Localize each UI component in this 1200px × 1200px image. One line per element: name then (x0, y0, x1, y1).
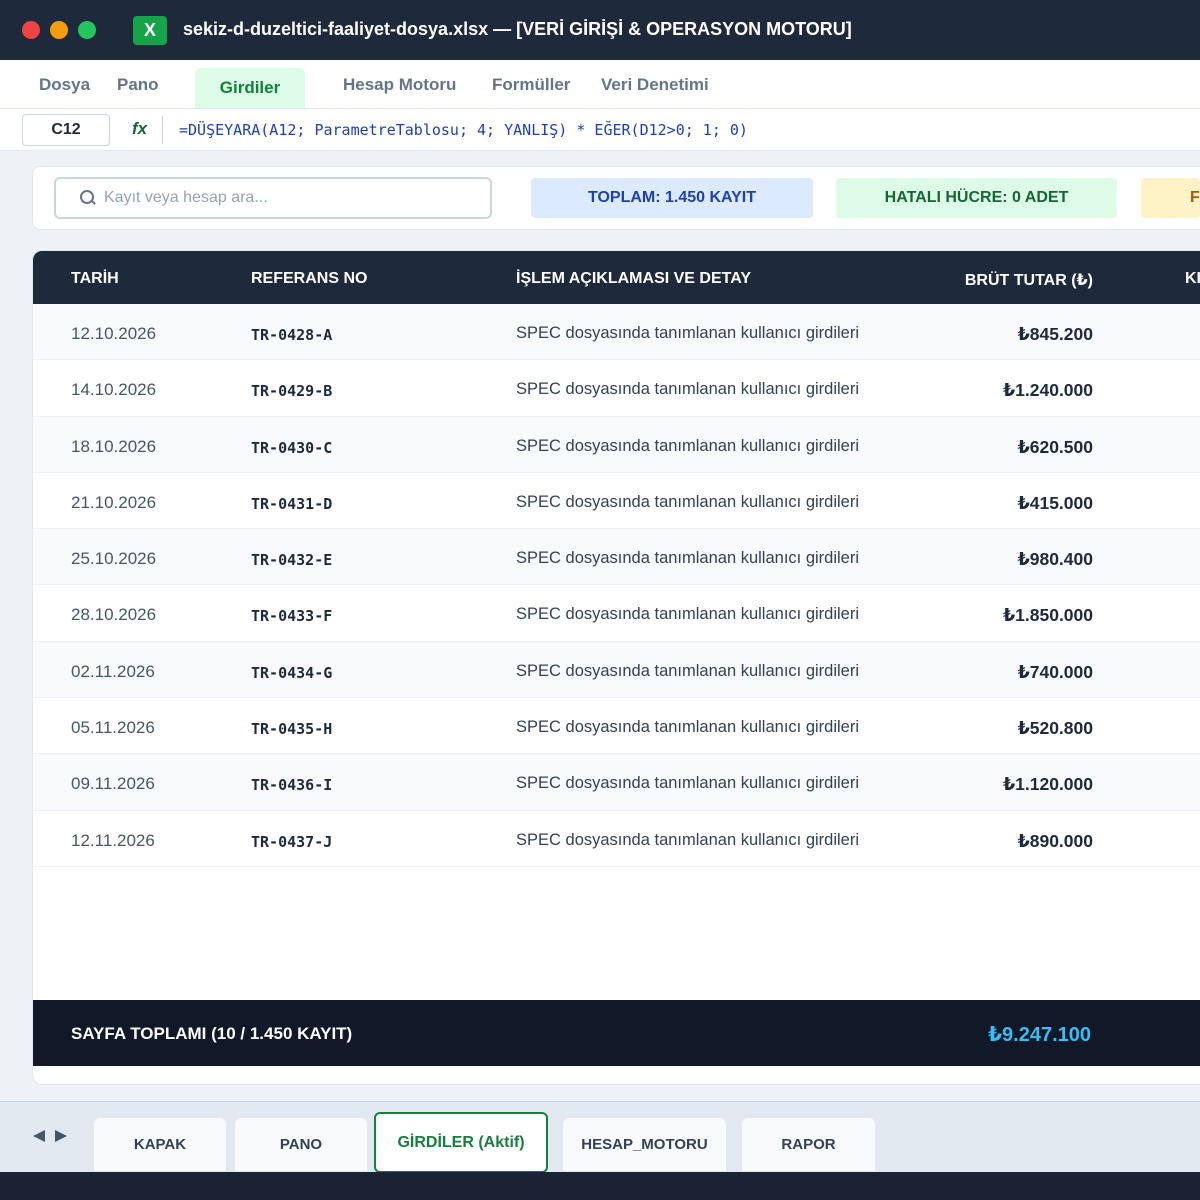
cell-amount[interactable]: ₺890.000 (893, 831, 1093, 852)
cell-description[interactable]: SPEC dosyasında tanımlanan kullanıcı gir… (516, 324, 859, 343)
sheet-tab-bar: KAPAK PANO GİRDİLER (Aktif) HESAP_MOTORU… (0, 1101, 1200, 1173)
sheet-tab-kapak[interactable]: KAPAK (94, 1118, 226, 1171)
cell-amount[interactable]: ₺845.200 (893, 324, 1093, 345)
cell-description[interactable]: SPEC dosyasında tanımlanan kullanıcı gir… (516, 605, 859, 624)
column-header-description[interactable]: İŞLEM AÇIKLAMASI VE DETAY (516, 270, 751, 288)
sheet-tab-pano[interactable]: PANO (235, 1118, 367, 1171)
cell-description[interactable]: SPEC dosyasında tanımlanan kullanıcı gir… (516, 774, 859, 793)
cell-date[interactable]: 21.10.2026 (71, 493, 156, 513)
cell-description[interactable]: SPEC dosyasında tanımlanan kullanıcı gir… (516, 549, 859, 568)
cell-description[interactable]: SPEC dosyasında tanımlanan kullanıcı gir… (516, 437, 859, 456)
cell-amount[interactable]: ₺740.000 (893, 662, 1093, 683)
maximize-window-button[interactable] (78, 21, 96, 39)
table-row[interactable]: 02.11.2026 TR-0434-G SPEC dosyasında tanım… (33, 641, 1200, 699)
cell-ref[interactable]: TR-0433-F (251, 607, 332, 625)
sheet-tab-rapor[interactable]: RAPOR (742, 1118, 875, 1171)
formula-bar: C12 fx =DÜŞEYARA(A12; ParametreTablosu; … (0, 109, 1200, 151)
excel-app-icon: X (133, 16, 167, 45)
cell-description[interactable]: SPEC dosyasında tanımlanan kullanıcı gir… (516, 718, 859, 737)
cell-description[interactable]: SPEC dosyasında tanımlanan kullanıcı gir… (516, 662, 859, 681)
table-row[interactable]: 21.10.2026 TR-0431-D SPEC dosyasında tanım… (33, 472, 1200, 530)
cell-ref[interactable]: TR-0432-E (251, 551, 332, 569)
cell-amount[interactable]: ₺980.400 (893, 549, 1093, 570)
page-total-label: SAYFA TOPLAMI (10 / 1.450 KAYIT) (71, 1024, 353, 1043)
cell-ref[interactable]: TR-0436-I (251, 776, 332, 794)
cell-date[interactable]: 28.10.2026 (71, 605, 156, 625)
cell-ref[interactable]: TR-0434-G (251, 664, 332, 682)
cell-description[interactable]: SPEC dosyasında tanımlanan kullanıcı gir… (516, 831, 859, 850)
cell-date[interactable]: 25.10.2026 (71, 549, 156, 569)
cell-amount[interactable]: ₺1.240.000 (893, 380, 1093, 401)
sheet-tab-girdiler[interactable]: GİRDİLER (Aktif) (374, 1112, 548, 1173)
cell-date[interactable]: 14.10.2026 (71, 380, 156, 400)
cell-date[interactable]: 12.10.2026 (71, 324, 156, 344)
sheet-tab-hesap-motoru[interactable]: HESAP_MOTORU (563, 1118, 726, 1171)
cell-date[interactable]: 09.11.2026 (71, 774, 155, 794)
cell-amount[interactable]: ₺1.850.000 (893, 605, 1093, 626)
table-footer: SAYFA TOPLAMI (10 / 1.450 KAYIT) ₺9.247.… (33, 1000, 1200, 1066)
search-input[interactable] (104, 189, 484, 207)
data-table: TARİH REFERANS NO İŞLEM AÇIKLAMASI VE DE… (32, 250, 1200, 1085)
fx-icon[interactable]: fx (132, 119, 147, 139)
cell-date[interactable]: 02.11.2026 (71, 662, 155, 682)
table-row[interactable]: 12.10.2026 TR-0428-A SPEC dosyasında tanım… (33, 304, 1200, 361)
cell-date[interactable]: 12.11.2026 (71, 831, 155, 851)
menu-veri-denetimi[interactable]: Veri Denetimi (601, 75, 709, 95)
cell-date[interactable]: 18.10.2026 (71, 437, 156, 457)
cell-amount[interactable]: ₺415.000 (893, 493, 1093, 514)
menu-bar: Dosya Pano Girdiler Hesap Motoru Formüll… (0, 60, 1200, 109)
cell-ref[interactable]: TR-0431-D (251, 495, 332, 513)
table-row[interactable]: 09.11.2026 TR-0436-I SPEC dosyasında tanım… (33, 754, 1200, 811)
menu-pano[interactable]: Pano (117, 75, 159, 95)
column-header-amount[interactable]: BRÜT TUTAR (₺) (893, 270, 1093, 290)
cell-ref[interactable]: TR-0430-C (251, 439, 332, 457)
status-bar (0, 1172, 1200, 1200)
cell-amount[interactable]: ₺620.500 (893, 437, 1093, 458)
page-total-value: ₺9.247.100 (988, 1024, 1091, 1046)
table-header: TARİH REFERANS NO İŞLEM AÇIKLAMASI VE DE… (33, 251, 1200, 304)
window-title: sekiz-d-duzeltici-faaliyet-dosya.xlsx — … (183, 19, 852, 39)
prev-sheet-icon[interactable] (33, 1130, 45, 1142)
formula-input[interactable]: =DÜŞEYARA(A12; ParametreTablosu; 4; YANL… (179, 121, 748, 139)
cell-ref[interactable]: TR-0437-J (251, 833, 332, 851)
table-row[interactable]: 05.11.2026 TR-0435-H SPEC dosyasında tanım… (33, 698, 1200, 755)
search-icon (80, 190, 96, 206)
minimize-window-button[interactable] (50, 21, 68, 39)
search-box[interactable] (54, 177, 492, 219)
filter-badge: F (1141, 178, 1200, 218)
cell-description[interactable]: SPEC dosyasında tanımlanan kullanıcı gir… (516, 380, 859, 399)
column-header-date[interactable]: TARİH (71, 270, 119, 288)
error-cells-badge: HATALI HÜCRE: 0 ADET (836, 178, 1117, 218)
next-sheet-icon[interactable] (55, 1130, 67, 1142)
formula-divider (162, 116, 163, 144)
menu-formuller[interactable]: Formüller (492, 75, 570, 95)
menu-girdiler[interactable]: Girdiler (195, 68, 305, 108)
cell-amount[interactable]: ₺1.120.000 (893, 774, 1093, 795)
cell-date[interactable]: 05.11.2026 (71, 718, 155, 738)
table-row[interactable]: 18.10.2026 TR-0430-C SPEC dosyasında tanım… (33, 416, 1200, 473)
column-header-extra[interactable]: KI (1185, 270, 1200, 288)
close-window-button[interactable] (22, 21, 40, 39)
column-header-ref[interactable]: REFERANS NO (251, 270, 367, 288)
cell-ref[interactable]: TR-0428-A (251, 326, 332, 344)
menu-hesap-motoru[interactable]: Hesap Motoru (343, 75, 456, 95)
table-row[interactable]: 14.10.2026 TR-0429-B SPEC dosyasında tanım… (33, 360, 1200, 417)
table-body: 12.10.2026 TR-0428-A SPEC dosyasında tanım… (33, 304, 1200, 867)
cell-description[interactable]: SPEC dosyasında tanımlanan kullanıcı gir… (516, 493, 859, 512)
table-row[interactable]: 12.11.2026 TR-0437-J SPEC dosyasında tanım… (33, 810, 1200, 867)
total-records-badge: TOPLAM: 1.450 KAYIT (531, 178, 813, 218)
title-bar: X sekiz-d-duzeltici-faaliyet-dosya.xlsx … (0, 0, 1200, 60)
cell-amount[interactable]: ₺520.800 (893, 718, 1093, 739)
table-row[interactable]: 25.10.2026 TR-0432-E SPEC dosyasında tanım… (33, 529, 1200, 586)
table-row[interactable]: 28.10.2026 TR-0433-F SPEC dosyasında tanım… (33, 585, 1200, 642)
cell-reference-box[interactable]: C12 (22, 114, 110, 146)
menu-dosya[interactable]: Dosya (39, 75, 90, 95)
cell-ref[interactable]: TR-0429-B (251, 382, 332, 400)
cell-ref[interactable]: TR-0435-H (251, 720, 332, 738)
